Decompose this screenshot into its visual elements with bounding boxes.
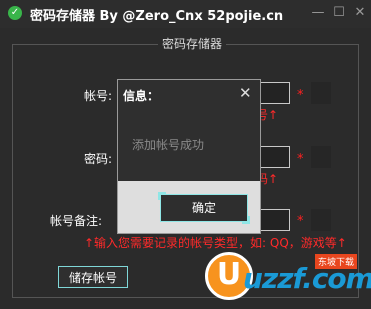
note-side-panel bbox=[311, 209, 331, 231]
save-account-button[interactable]: 储存帐号 bbox=[58, 266, 128, 288]
ok-button[interactable]: 确定 bbox=[158, 192, 250, 224]
close-icon[interactable]: ✕ bbox=[239, 84, 252, 102]
account-required-mark: * bbox=[297, 88, 304, 103]
window-close-button[interactable]: ✕ bbox=[352, 4, 368, 22]
focus-corner-bottom-right bbox=[242, 216, 250, 224]
ok-button-label: 确定 bbox=[191, 201, 216, 215]
check-circle-icon: ✓ bbox=[8, 6, 22, 20]
password-side-panel bbox=[311, 146, 331, 168]
focus-corner-top-left bbox=[158, 192, 166, 200]
maximize-button[interactable]: ☐ bbox=[331, 4, 347, 22]
dialog-footer: 确定 bbox=[118, 181, 260, 233]
message-dialog: 信息： ✕ 添加帐号成功 确定 bbox=[117, 79, 261, 234]
dialog-title: 信息： bbox=[123, 89, 160, 103]
title-bar: ✓ 密码存储器 By @Zero_Cnx 52pojie.cn — ☐ ✕ bbox=[0, 0, 371, 28]
account-label: 帐号: bbox=[84, 89, 113, 103]
account-side-panel bbox=[311, 82, 331, 104]
password-label: 密码: bbox=[84, 152, 113, 166]
account-note-hint: ↑输入您需要记录的帐号类型，如: QQ，游戏等↑ bbox=[84, 236, 347, 250]
dialog-message: 添加帐号成功 bbox=[132, 138, 205, 152]
groupbox-title: 密码存储器 bbox=[158, 35, 227, 52]
window-title: 密码存储器 By @Zero_Cnx 52pojie.cn bbox=[30, 9, 284, 24]
account-note-label: 帐号备注: bbox=[50, 214, 103, 228]
note-required-mark: * bbox=[297, 214, 304, 229]
password-required-mark: * bbox=[297, 152, 304, 167]
minimize-button[interactable]: — bbox=[310, 4, 326, 22]
site-watermark: U uzzf.com 东坡下载 bbox=[205, 252, 371, 304]
watermark-badge: 东坡下载 bbox=[315, 254, 358, 269]
